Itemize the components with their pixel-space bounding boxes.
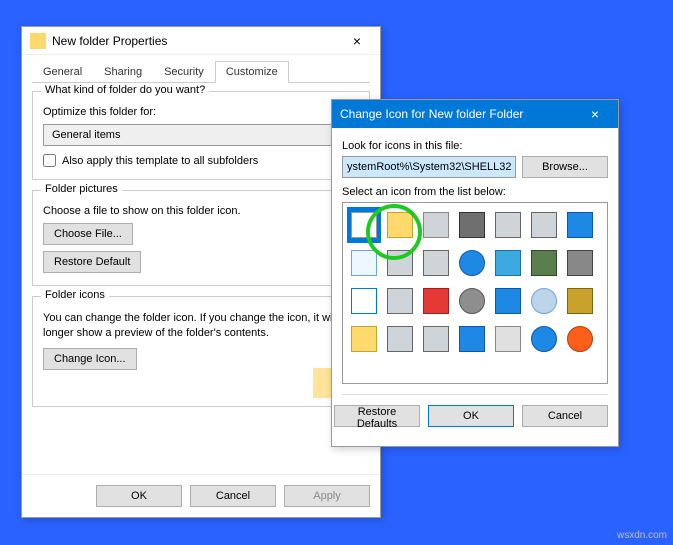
apply-button[interactable]: Apply	[284, 485, 370, 507]
group-pictures: Folder pictures Choose a file to show on…	[32, 190, 370, 286]
optimize-label: Optimize this folder for:	[43, 106, 359, 118]
cancel-button[interactable]: Cancel	[190, 485, 276, 507]
pictures-desc: Choose a file to show on this folder ico…	[43, 205, 359, 217]
change-icon-button[interactable]: Change Icon...	[43, 348, 137, 370]
look-label: Look for icons in this file:	[342, 140, 608, 152]
window-title: Change Icon for New folder Folder	[340, 107, 580, 121]
monitor-icon[interactable]	[563, 207, 597, 243]
group-pictures-label: Folder pictures	[41, 183, 122, 195]
calendar-icon[interactable]	[491, 321, 525, 357]
ram-icon[interactable]	[455, 207, 489, 243]
globe-icon[interactable]	[455, 245, 489, 281]
block-icon[interactable]	[419, 283, 453, 319]
group-icons: Folder icons You can change the folder i…	[32, 296, 370, 407]
laptop-icon[interactable]	[455, 321, 489, 357]
dvd-icon[interactable]	[563, 245, 597, 281]
help-icon[interactable]	[527, 321, 561, 357]
tab-sharing[interactable]: Sharing	[93, 61, 153, 83]
apply-subfolders-label: Also apply this template to all subfolde…	[62, 155, 258, 167]
restore-defaults-button[interactable]: Restore Defaults	[334, 405, 420, 427]
stop-icon[interactable]	[563, 321, 597, 357]
chip-icon[interactable]	[527, 245, 561, 281]
device-icon[interactable]	[383, 321, 417, 357]
close-icon[interactable]: ×	[580, 106, 610, 122]
tabstrip: General Sharing Security Customize	[32, 61, 370, 83]
disc-icon[interactable]	[455, 283, 489, 319]
search-icon[interactable]	[527, 283, 561, 319]
watermark: wsxdn.com	[617, 530, 667, 541]
titlebar[interactable]: Change Icon for New folder Folder ×	[332, 100, 618, 128]
group-icons-label: Folder icons	[41, 289, 109, 301]
folder-icon	[30, 33, 46, 49]
window-title: New folder Properties	[52, 34, 342, 48]
optimize-combo[interactable]: General items	[43, 124, 359, 146]
tab-customize[interactable]: Customize	[215, 61, 289, 83]
gears-icon[interactable]	[563, 283, 597, 319]
restore-default-button[interactable]: Restore Default	[43, 251, 141, 273]
printer-icon[interactable]	[491, 207, 525, 243]
group-kind-label: What kind of folder do you want?	[41, 84, 209, 96]
tab-security[interactable]: Security	[153, 61, 215, 83]
browse-button[interactable]: Browse...	[522, 156, 608, 178]
drive2-icon[interactable]	[419, 321, 453, 357]
select-label: Select an icon from the list below:	[342, 186, 608, 198]
window-icon[interactable]	[347, 283, 381, 319]
cancel-button[interactable]: Cancel	[522, 405, 608, 427]
drive-icon[interactable]	[419, 207, 453, 243]
icons-desc: You can change the folder icon. If you c…	[43, 311, 359, 342]
choose-file-button[interactable]: Choose File...	[43, 223, 133, 245]
floppy-icon[interactable]	[527, 207, 561, 243]
printer2-icon[interactable]	[383, 283, 417, 319]
tab-general[interactable]: General	[32, 61, 93, 83]
ok-button[interactable]: OK	[96, 485, 182, 507]
highlight-circle-icon	[366, 204, 422, 260]
folder2-icon[interactable]	[347, 321, 381, 357]
dialog-buttons: OK Cancel Apply	[22, 474, 380, 517]
change-icon-window: Change Icon for New folder Folder × Look…	[331, 99, 619, 447]
net-drive-icon[interactable]	[491, 245, 525, 281]
icon-path-input[interactable]	[342, 156, 516, 178]
apply-subfolders-checkbox[interactable]	[43, 154, 56, 167]
cd-drive-icon[interactable]	[419, 245, 453, 281]
close-icon[interactable]: ×	[342, 33, 372, 49]
group-kind: What kind of folder do you want? Optimiz…	[32, 91, 370, 180]
titlebar[interactable]: New folder Properties ×	[22, 27, 380, 55]
ok-button[interactable]: OK	[428, 405, 514, 427]
network-icon[interactable]	[491, 283, 525, 319]
picker-buttons: Restore Defaults OK Cancel	[342, 394, 608, 427]
properties-window: New folder Properties × General Sharing …	[21, 26, 381, 518]
